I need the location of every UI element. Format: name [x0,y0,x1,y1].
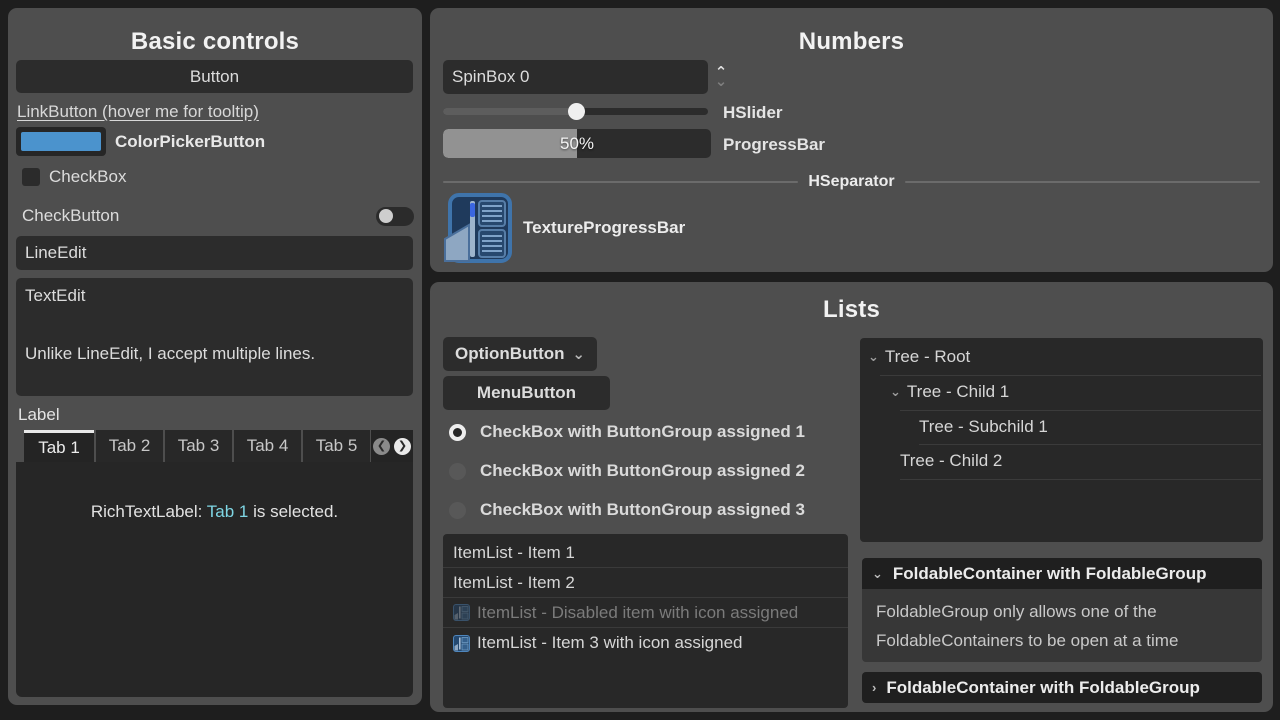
spinbox-down-icon[interactable]: ⌄ [715,77,728,86]
check-button-toggle[interactable] [376,207,414,226]
radio-label-3: CheckBox with ButtonGroup assigned 3 [480,500,805,520]
radio-label-1: CheckBox with ButtonGroup assigned 1 [480,422,805,442]
tree-item-subchild-1[interactable]: Tree - Subchild 1 [919,410,1048,444]
progress-bar-value: 50% [443,129,711,158]
tree-item-label: Tree - Root [885,347,970,367]
tree-row-separator [900,479,1261,480]
texture-progress-bar-label: TextureProgressBar [523,218,685,238]
progress-bar-label: ProgressBar [723,135,825,155]
numbers-panel: Numbers SpinBox 0 ⌃ ⌄ HSlider 50% Progre… [430,8,1273,272]
rich-text-highlight: Tab 1 [207,502,249,521]
tree-item-label: Tree - Child 1 [907,382,1009,402]
hseparator-line-left [443,181,798,183]
button[interactable]: Button [16,60,413,93]
chevron-down-icon[interactable]: ⌄ [890,384,901,400]
radio-button-1[interactable] [449,424,466,441]
tab-5[interactable]: Tab 5 [303,430,370,462]
tree-item-child-1[interactable]: ⌄ Tree - Child 1 [890,375,1009,409]
hseparator-line-right [905,181,1260,183]
basic-controls-title: Basic controls [8,28,422,56]
radio-button-2[interactable] [449,463,466,480]
item-label: ItemList - Item 1 [453,543,575,563]
color-swatch [21,132,101,151]
item-label: ItemList - Item 2 [453,573,575,593]
numbers-title: Numbers [430,28,1273,56]
hseparator-label: HSeparator [808,173,894,191]
rich-text-label-panel: RichTextLabel: Tab 1 is selected. [16,462,413,697]
lists-panel: Lists OptionButton ⌄ MenuButton CheckBox… [430,282,1273,712]
option-button[interactable]: OptionButton ⌄ [443,337,597,371]
list-item-disabled: ItemList - Disabled item with icon assig… [443,598,848,628]
lists-title: Lists [430,296,1273,324]
list-item[interactable]: ItemList - Item 3 with icon assigned [443,628,848,658]
hslider-fill [443,108,576,115]
tab-scroll-left-icon[interactable]: ❮ [373,438,390,455]
hslider-grabber[interactable] [568,103,585,120]
text-edit[interactable]: TextEdit Unlike LineEdit, I accept multi… [16,278,413,396]
checkbox[interactable] [22,168,40,186]
item-list: ItemList - Item 1 ItemList - Item 2 Item… [443,534,848,708]
hslider-label: HSlider [723,103,783,123]
option-button-label: OptionButton [455,344,565,364]
tab-bar: Tab 1 Tab 2 Tab 3 Tab 4 Tab 5 [24,430,372,462]
tab-3[interactable]: Tab 3 [165,430,232,462]
rich-text-prefix: RichTextLabel: [91,502,207,521]
hslider[interactable] [443,103,708,119]
item-label: ItemList - Disabled item with icon assig… [477,603,798,623]
chevron-right-icon: › [872,680,876,695]
tree: ⌄ Tree - Root ⌄ Tree - Child 1 Tree - Su… [860,338,1263,542]
basic-controls-panel: Basic controls Button LinkButton (hover … [8,8,422,705]
link-button[interactable]: LinkButton (hover me for tooltip) [17,102,259,122]
tab-scroll-arrows: ❮ ❯ [371,430,413,462]
text-edit-line2: Unlike LineEdit, I accept multiple lines… [25,344,404,364]
foldable-body-line1: FoldableGroup only allows one of the [876,597,1248,626]
tree-item-label: Tree - Subchild 1 [919,417,1048,437]
checkbox-label: CheckBox [49,167,126,187]
foldable-container-body: FoldableGroup only allows one of the Fol… [862,589,1262,662]
line-edit[interactable]: LineEdit [16,236,413,270]
item-texture-icon [453,635,470,652]
hseparator: HSeparator [443,166,1260,198]
foldable-title: FoldableContainer with FoldableGroup [886,678,1200,698]
tree-item-root[interactable]: ⌄ Tree - Root [868,340,970,374]
tab-scroll-right-icon[interactable]: ❯ [394,438,411,455]
list-item[interactable]: ItemList - Item 2 [443,568,848,598]
foldable-title: FoldableContainer with FoldableGroup [893,564,1207,584]
check-button-label: CheckButton [22,206,119,226]
chevron-down-icon: ⌄ [572,345,585,363]
label: Label [18,405,60,425]
spinbox[interactable]: SpinBox 0 [443,60,708,94]
rich-text-suffix: is selected. [248,502,338,521]
color-picker-label: ColorPickerButton [115,132,265,152]
foldable-container-closed[interactable]: › FoldableContainer with FoldableGroup [862,672,1262,703]
spinbox-arrows: ⌃ ⌄ [713,60,729,94]
toggle-knob-icon [379,209,393,223]
texture-progress-bar-icon [443,193,513,263]
tab-4[interactable]: Tab 4 [234,430,301,462]
color-picker-button[interactable] [16,127,106,156]
tree-item-child-2[interactable]: Tree - Child 2 [900,444,1002,478]
chevron-down-icon: ⌄ [872,566,883,582]
radio-button-3[interactable] [449,502,466,519]
foldable-container-open[interactable]: ⌄ FoldableContainer with FoldableGroup [862,558,1262,589]
chevron-down-icon[interactable]: ⌄ [868,349,879,365]
radio-label-2: CheckBox with ButtonGroup assigned 2 [480,461,805,481]
menu-button[interactable]: MenuButton [443,376,610,410]
progress-bar: 50% [443,129,711,158]
item-texture-icon [453,604,470,621]
item-label: ItemList - Item 3 with icon assigned [477,633,743,653]
tab-2[interactable]: Tab 2 [96,430,163,462]
list-item[interactable]: ItemList - Item 1 [443,538,848,568]
tab-1[interactable]: Tab 1 [24,430,94,462]
tree-item-label: Tree - Child 2 [900,451,1002,471]
text-edit-line1: TextEdit [25,286,404,306]
foldable-body-line2: FoldableContainers to be open at a time [876,626,1248,655]
rich-text-label: RichTextLabel: Tab 1 is selected. [16,502,413,522]
